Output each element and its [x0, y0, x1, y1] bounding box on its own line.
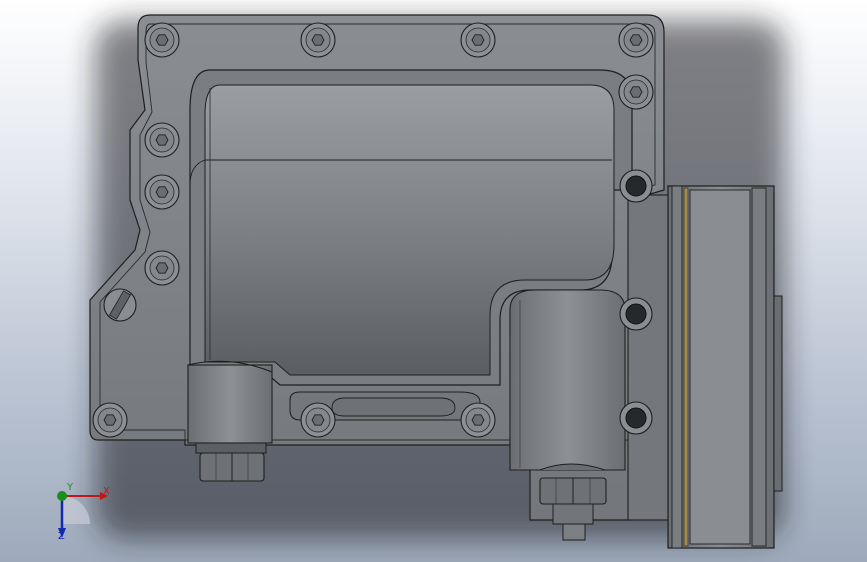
left-outlet-boss [187, 360, 273, 482]
socket-bolt [144, 22, 180, 58]
socket-bolt [92, 402, 128, 438]
socket-bolt [300, 22, 336, 58]
socket-bolt [460, 402, 496, 438]
socket-bolt [618, 74, 654, 110]
z-axis-label: Z [58, 531, 65, 542]
through-hole [619, 297, 653, 331]
y-axis-label: Y [67, 482, 74, 493]
socket-bolt [144, 122, 180, 158]
through-hole [619, 401, 653, 435]
slotted-screw [103, 288, 137, 322]
through-hole [619, 169, 653, 203]
x-axis-label: X [103, 486, 110, 497]
cad-model-view[interactable] [0, 0, 867, 562]
socket-bolt [460, 22, 496, 58]
socket-bolt [144, 174, 180, 210]
socket-bolt [618, 22, 654, 58]
lower-rib-slot [331, 397, 456, 417]
socket-bolt [300, 402, 336, 438]
pulley-disc [667, 185, 783, 549]
graphics-viewport[interactable]: X Y Z [0, 0, 867, 562]
socket-bolt [144, 250, 180, 286]
